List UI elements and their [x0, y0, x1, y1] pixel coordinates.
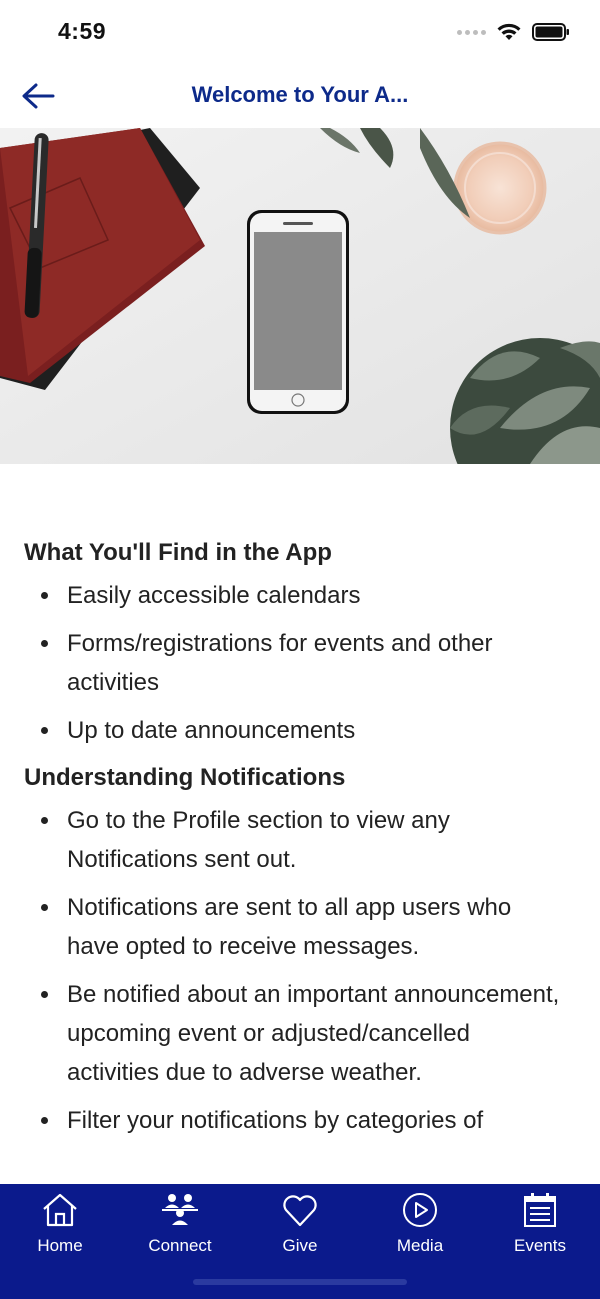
people-icon: [160, 1190, 200, 1230]
page-title: Welcome to Your A...: [191, 82, 409, 107]
tab-give[interactable]: Give: [240, 1190, 360, 1260]
tab-label: Give: [282, 1236, 318, 1255]
status-time: 4:59: [58, 18, 107, 44]
list-item: Up to date announcements: [24, 711, 576, 750]
nav-header: Welcome to Your A...: [0, 64, 600, 128]
tab-label: Home: [37, 1236, 83, 1255]
tab-label: Connect: [148, 1236, 212, 1255]
list-item: Go to the Profile section to view any No…: [24, 801, 576, 879]
heart-icon: [280, 1190, 320, 1230]
list-item: Filter your notifications by categories …: [24, 1101, 576, 1140]
tab-home[interactable]: Home: [0, 1190, 120, 1260]
hero-illustration: [0, 128, 600, 464]
tab-bar: Home Connect Give Media Events: [0, 1184, 600, 1299]
section-heading: What You'll Find in the App: [24, 539, 332, 566]
wifi-icon: [497, 23, 521, 40]
list-item: Be notified about an important announcem…: [24, 975, 576, 1092]
tab-label: Media: [396, 1236, 444, 1255]
home-icon: [40, 1190, 80, 1230]
tab-label: Events: [514, 1236, 566, 1255]
tab-media[interactable]: Media: [360, 1190, 480, 1260]
battery-icon: [532, 23, 569, 41]
list-item: Easily accessible calendars: [24, 576, 576, 615]
hero-image: [0, 128, 600, 464]
status-bar: 4:59: [0, 0, 600, 64]
tab-events[interactable]: Events: [480, 1190, 600, 1260]
section-heading: Understanding Notifications: [24, 764, 346, 791]
article-content: What You'll Find in the App Easily acces…: [0, 464, 600, 1184]
play-icon: [400, 1190, 440, 1230]
signal-icon: [457, 29, 486, 35]
list-item: Forms/registrations for events and other…: [24, 624, 576, 702]
list-item: Notifications are sent to all app users …: [24, 888, 576, 966]
bullet-list: Easily accessible calendars Forms/regist…: [24, 576, 576, 750]
calendar-icon: [520, 1190, 560, 1230]
bullet-list: Go to the Profile section to view any No…: [24, 801, 576, 1140]
status-icons: [457, 22, 570, 42]
home-indicator[interactable]: [193, 1279, 407, 1285]
tab-connect[interactable]: Connect: [120, 1190, 240, 1260]
